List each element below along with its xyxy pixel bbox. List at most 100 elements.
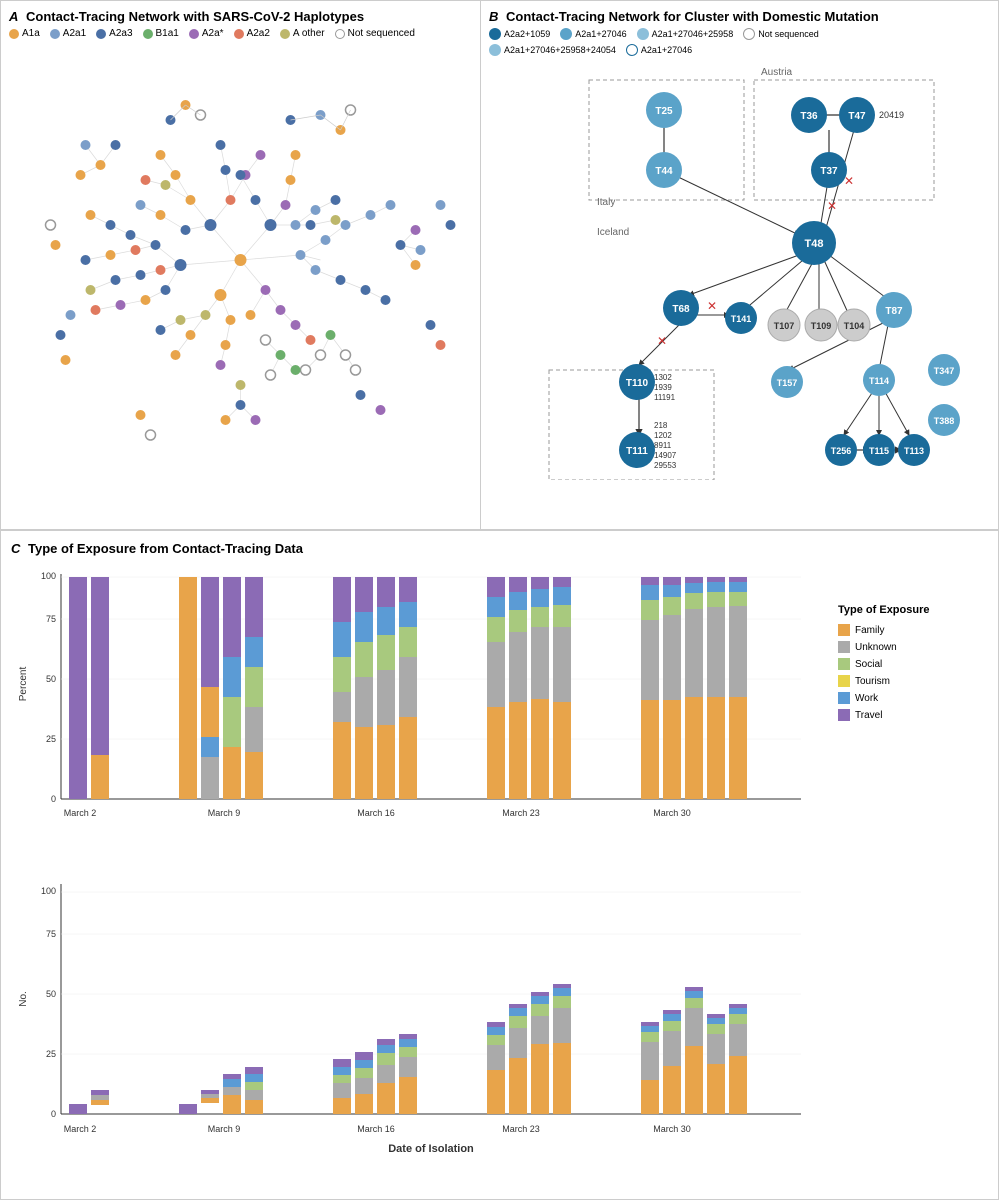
svg-text:T44: T44 [655, 166, 673, 177]
svg-text:March 2: March 2 [64, 1124, 97, 1134]
legend-tourism: Tourism [838, 675, 988, 687]
count-chart-svg: 0 25 50 75 100 No. [11, 874, 811, 1174]
svg-text:March 2: March 2 [64, 808, 97, 818]
legend-a2a3: A2a3 [96, 28, 132, 39]
legend-b-5: A2a1+27046 [626, 44, 692, 56]
count-chart: 0 25 50 75 100 No. [11, 874, 828, 1184]
panel-c-title: C Type of Exposure from Contact-Tracing … [11, 541, 988, 556]
svg-text:T87: T87 [885, 306, 903, 317]
svg-text:1202: 1202 [654, 431, 672, 440]
legend-b1a1: B1a1 [143, 28, 179, 39]
svg-text:11191: 11191 [654, 393, 676, 402]
svg-text:March 16: March 16 [357, 1124, 395, 1134]
svg-text:29553: 29553 [654, 461, 677, 470]
panel-a-legend: A1a A2a1 A2a3 B1a1 A2a* [9, 28, 472, 39]
svg-text:Date of Isolation: Date of Isolation [388, 1143, 474, 1155]
svg-text:T25: T25 [655, 106, 673, 117]
svg-text:March 9: March 9 [208, 1124, 241, 1134]
network-a-svg [9, 45, 472, 475]
svg-text:No.: No. [18, 991, 29, 1007]
legend-unknown: Unknown [838, 641, 988, 653]
svg-text:T115: T115 [869, 446, 889, 456]
legend-not-seq: Not sequenced [335, 28, 415, 39]
legend-work: Work [838, 692, 988, 704]
svg-text:T110: T110 [626, 378, 649, 389]
svg-text:✕: ✕ [657, 334, 667, 348]
svg-text:T141: T141 [731, 314, 752, 324]
svg-text:March 30: March 30 [653, 1124, 691, 1134]
exposure-legend: Type of Exposure Family Unknown Social T… [828, 564, 988, 1184]
svg-text:75: 75 [46, 929, 56, 939]
legend-a2a2: A2a2 [234, 28, 270, 39]
svg-text:25: 25 [46, 1049, 56, 1059]
legend-a1a: A1a [9, 28, 40, 39]
legend-b-3: A2a1+27046+25958 [637, 28, 734, 40]
svg-text:T104: T104 [844, 321, 865, 331]
legend-b-1: A2a2+1059 [489, 28, 550, 40]
top-row: A Contact-Tracing Network with SARS-CoV-… [1, 1, 998, 530]
svg-text:T68: T68 [672, 304, 690, 315]
svg-text:100: 100 [41, 886, 56, 896]
panel-b-title: B Contact-Tracing Network for Cluster wi… [489, 9, 990, 24]
percent-chart: 0 25 50 75 100 Percent [11, 564, 828, 874]
legend-b-4: A2a1+27046+25958+24054 [489, 44, 616, 56]
svg-text:Iceland: Iceland [597, 227, 629, 238]
legend-social: Social [838, 658, 988, 670]
svg-text:March 23: March 23 [502, 1124, 540, 1134]
svg-text:T37: T37 [820, 166, 838, 177]
svg-text:T47: T47 [848, 111, 866, 122]
svg-text:100: 100 [41, 571, 56, 581]
svg-text:75: 75 [46, 614, 56, 624]
svg-text:T48: T48 [805, 238, 824, 250]
svg-text:Italy: Italy [597, 197, 615, 208]
svg-text:T109: T109 [811, 321, 832, 331]
svg-text:March 30: March 30 [653, 808, 691, 818]
panel-b-legend2: A2a1+27046+25958+24054 A2a1+27046 [489, 44, 990, 56]
svg-text:Austria: Austria [761, 67, 793, 78]
svg-text:1302: 1302 [654, 373, 672, 382]
svg-text:20419: 20419 [879, 110, 904, 120]
svg-text:T388: T388 [934, 416, 955, 426]
svg-text:8911: 8911 [654, 441, 672, 450]
svg-text:50: 50 [46, 989, 56, 999]
svg-text:✕: ✕ [707, 299, 717, 313]
svg-text:T107: T107 [774, 321, 795, 331]
svg-text:Percent: Percent [18, 667, 29, 702]
svg-text:T111: T111 [626, 446, 648, 457]
charts-row: 0 25 50 75 100 Percent [11, 564, 988, 1184]
svg-text:50: 50 [46, 674, 56, 684]
legend-travel: Travel [838, 709, 988, 721]
panel-a-title: A Contact-Tracing Network with SARS-CoV-… [9, 9, 472, 24]
network-b-svg: Italy Austria Iceland Denmark [489, 60, 979, 480]
panel-c: C Type of Exposure from Contact-Tracing … [1, 530, 998, 1199]
svg-text:0: 0 [51, 794, 56, 804]
legend-aother: A other [280, 28, 325, 39]
legend-a2a1: A2a1 [50, 28, 86, 39]
svg-text:March 23: March 23 [502, 808, 540, 818]
svg-text:T36: T36 [800, 111, 818, 122]
panel-b-legend: A2a2+1059 A2a1+27046 A2a1+27046+25958 No… [489, 28, 990, 40]
svg-text:0: 0 [51, 1109, 56, 1119]
svg-text:1939: 1939 [654, 383, 672, 392]
svg-text:T113: T113 [904, 446, 924, 456]
legend-family: Family [838, 624, 988, 636]
legend-b-2: A2a1+27046 [560, 28, 626, 40]
panel-b: B Contact-Tracing Network for Cluster wi… [481, 1, 998, 529]
svg-text:14907: 14907 [654, 451, 677, 460]
charts-area: 0 25 50 75 100 Percent [11, 564, 828, 1184]
svg-text:✕: ✕ [827, 199, 837, 213]
svg-text:March 9: March 9 [208, 808, 241, 818]
svg-text:25: 25 [46, 734, 56, 744]
exposure-legend-title: Type of Exposure [838, 604, 988, 616]
legend-a2astar: A2a* [189, 28, 224, 39]
percent-chart-svg: 0 25 50 75 100 Percent [11, 564, 811, 849]
svg-text:T157: T157 [777, 378, 798, 388]
svg-text:T347: T347 [934, 366, 955, 376]
svg-text:T256: T256 [831, 446, 852, 456]
panel-a: A Contact-Tracing Network with SARS-CoV-… [1, 1, 481, 529]
svg-text:T114: T114 [869, 376, 889, 386]
svg-text:218: 218 [654, 421, 668, 430]
main-container: A Contact-Tracing Network with SARS-CoV-… [0, 0, 999, 1200]
legend-b-not-seq: Not sequenced [743, 28, 819, 40]
svg-text:March 16: March 16 [357, 808, 395, 818]
